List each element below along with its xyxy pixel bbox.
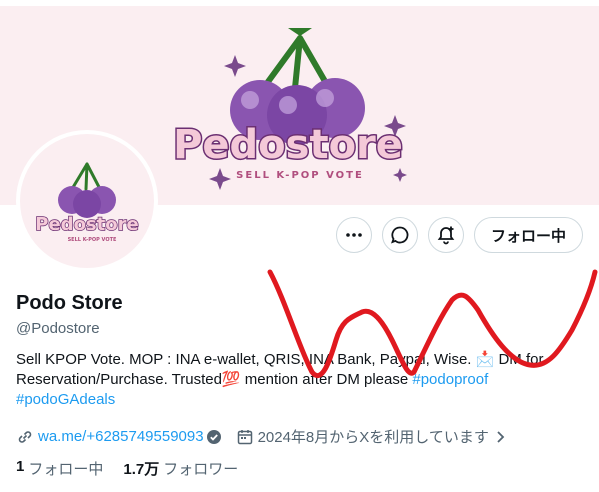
link-text[interactable]: wa.me/+6285749559093 <box>38 428 204 445</box>
following-label: フォロー中 <box>28 461 104 478</box>
svg-text:Pedostore: Pedostore <box>35 214 138 235</box>
profile-meta: wa.me/+6285749559093 2024年8月からXを利用しています <box>16 426 507 447</box>
follow-stats: 1 フォロー中 1.7万 フォロワー <box>16 458 258 479</box>
join-date[interactable]: 2024年8月からXを利用しています <box>236 426 507 447</box>
verified-check-icon <box>206 429 221 444</box>
following-count-link[interactable]: 1 フォロー中 <box>16 458 103 479</box>
user-handle: @Podostore <box>16 320 100 337</box>
avatar[interactable]: Pedostore SELL K-POP VOTE <box>16 130 158 272</box>
notify-bell-icon <box>437 226 455 245</box>
hashtag-link[interactable]: #podoGAdeals <box>16 391 115 408</box>
svg-text:Pedostore: Pedostore <box>173 122 403 168</box>
chevron-right-icon <box>497 430 505 443</box>
followers-count-link[interactable]: 1.7万 フォロワー <box>123 458 238 479</box>
followers-label: フォロワー <box>163 461 239 478</box>
join-date-text: 2024年8月からXを利用しています <box>257 429 489 446</box>
svg-text:SELL K-POP VOTE: SELL K-POP VOTE <box>68 237 117 243</box>
hashtag-link[interactable]: #podoproof <box>412 371 488 388</box>
message-icon <box>391 226 409 244</box>
display-name: Podo Store <box>16 292 123 314</box>
more-icon <box>346 233 362 237</box>
following-count: 1 <box>16 458 25 475</box>
calendar-icon <box>237 429 252 444</box>
profile-link[interactable]: wa.me/+6285749559093 <box>16 428 222 446</box>
profile-bio: Sell KPOP Vote. MOP : INA e-wallet, QRIS… <box>16 350 586 410</box>
top-edge <box>0 0 599 6</box>
message-button[interactable] <box>381 217 418 253</box>
svg-text:SELL K-POP VOTE: SELL K-POP VOTE <box>236 170 364 181</box>
followers-count: 1.7万 <box>123 461 160 478</box>
following-button[interactable]: フォロー中 <box>473 217 583 253</box>
profile-actions: フォロー中 <box>335 217 583 253</box>
link-icon <box>18 430 32 443</box>
more-button[interactable] <box>335 217 372 253</box>
notify-button[interactable] <box>427 217 464 253</box>
avatar-image: Pedostore SELL K-POP VOTE <box>20 134 154 268</box>
